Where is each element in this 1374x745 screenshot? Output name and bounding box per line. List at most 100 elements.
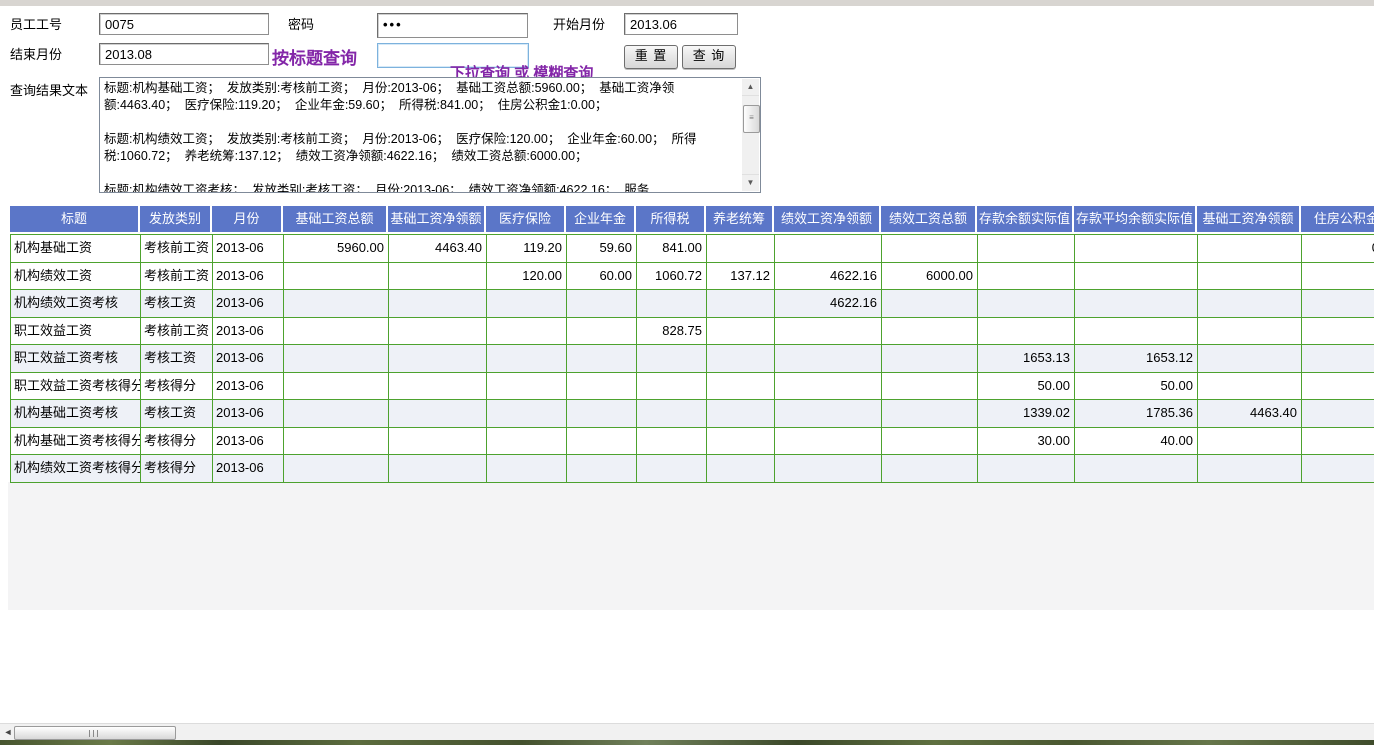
cell-r8-c8: [707, 455, 775, 483]
table-row[interactable]: 职工效益工资考核考核工资2013-061653.131653.12: [11, 345, 1374, 373]
cell-r2-c11: [978, 290, 1075, 318]
column-header-10: 绩效工资总额: [881, 206, 977, 232]
cell-r0-c0: 机构基础工资: [11, 235, 141, 263]
cell-r4-c3: [284, 345, 389, 373]
cell-r6-c14: [1302, 400, 1374, 428]
cell-r1-c6: 60.00: [567, 263, 637, 291]
cell-r1-c9: 4622.16: [775, 263, 882, 291]
password-label: 密码: [288, 14, 314, 33]
desktop-background-strip: [0, 740, 1374, 745]
cell-r3-c11: [978, 318, 1075, 346]
table-row[interactable]: 机构基础工资考核考核工资2013-061339.021785.364463.40: [11, 400, 1374, 428]
cell-r5-c4: [389, 373, 487, 401]
cell-r6-c8: [707, 400, 775, 428]
table-row[interactable]: 机构绩效工资考核得分考核得分2013-06: [11, 455, 1374, 483]
start-month-input[interactable]: 2013.06: [624, 13, 738, 35]
cell-r3-c0: 职工效益工资: [11, 318, 141, 346]
cell-r1-c8: 137.12: [707, 263, 775, 291]
cell-r6-c12: 1785.36: [1075, 400, 1198, 428]
cell-r7-c7: [637, 428, 707, 456]
horizontal-scrollbar[interactable]: ◄: [0, 723, 1374, 741]
table-row[interactable]: 机构基础工资考核得分考核得分2013-0630.0040.00: [11, 428, 1374, 456]
cell-r1-c11: [978, 263, 1075, 291]
cell-r2-c13: [1198, 290, 1302, 318]
employee-id-input[interactable]: 0075: [99, 13, 269, 35]
cell-r5-c11: 50.00: [978, 373, 1075, 401]
cell-r5-c3: [284, 373, 389, 401]
cell-r8-c9: [775, 455, 882, 483]
result-scrollbar-thumb[interactable]: ≡: [743, 105, 760, 133]
cell-r7-c5: [487, 428, 567, 456]
cell-r2-c12: [1075, 290, 1198, 318]
employee-id-label: 员工工号: [10, 14, 62, 33]
column-header-1: 发放类别: [140, 206, 212, 232]
cell-r6-c4: [389, 400, 487, 428]
table-row[interactable]: 机构绩效工资考核前工资2013-06120.0060.001060.72137.…: [11, 263, 1374, 291]
cell-r8-c11: [978, 455, 1075, 483]
cell-r0-c10: [882, 235, 978, 263]
column-header-2: 月份: [212, 206, 283, 232]
table-row[interactable]: 职工效益工资考核前工资2013-06828.75: [11, 318, 1374, 346]
cell-r1-c4: [389, 263, 487, 291]
cell-r7-c2: 2013-06: [213, 428, 284, 456]
end-month-input[interactable]: 2013.08: [99, 43, 269, 65]
cell-r5-c14: [1302, 373, 1374, 401]
cell-r5-c0: 职工效益工资考核得分: [11, 373, 141, 401]
cell-r1-c12: [1075, 263, 1198, 291]
cell-r4-c1: 考核工资: [141, 345, 213, 373]
cell-r8-c2: 2013-06: [213, 455, 284, 483]
table-row[interactable]: 职工效益工资考核得分考核得分2013-0650.0050.00: [11, 373, 1374, 401]
thumb-grip-icon: [89, 730, 101, 737]
cell-r3-c6: [567, 318, 637, 346]
cell-r2-c0: 机构绩效工资考核: [11, 290, 141, 318]
column-header-9: 绩效工资净领额: [774, 206, 881, 232]
cell-r2-c5: [487, 290, 567, 318]
cell-r4-c7: [637, 345, 707, 373]
result-vertical-scrollbar[interactable]: ▲ ≡ ▼: [742, 79, 759, 191]
cell-r6-c9: [775, 400, 882, 428]
scroll-down-icon[interactable]: ▼: [742, 174, 759, 191]
result-textarea[interactable]: 标题:机构基础工资； 发放类别:考核前工资； 月份:2013-06； 基础工资总…: [99, 77, 761, 193]
cell-r8-c14: [1302, 455, 1374, 483]
cell-r7-c6: [567, 428, 637, 456]
cell-r6-c6: [567, 400, 637, 428]
cell-r6-c13: 4463.40: [1198, 400, 1302, 428]
cell-r7-c4: [389, 428, 487, 456]
cell-r6-c5: [487, 400, 567, 428]
cell-r8-c1: 考核得分: [141, 455, 213, 483]
cell-r3-c4: [389, 318, 487, 346]
cell-r1-c2: 2013-06: [213, 263, 284, 291]
cell-r0-c2: 2013-06: [213, 235, 284, 263]
cell-r3-c1: 考核前工资: [141, 318, 213, 346]
table-row[interactable]: 机构基础工资考核前工资2013-065960.004463.40119.2059…: [11, 235, 1374, 263]
cell-r6-c1: 考核工资: [141, 400, 213, 428]
cell-r8-c3: [284, 455, 389, 483]
cell-r5-c9: [775, 373, 882, 401]
reset-button[interactable]: 重 置: [624, 45, 678, 69]
end-month-label: 结束月份: [10, 44, 62, 63]
cell-r3-c10: [882, 318, 978, 346]
cell-r2-c10: [882, 290, 978, 318]
query-button[interactable]: 查 询: [682, 45, 736, 69]
cell-r7-c12: 40.00: [1075, 428, 1198, 456]
cell-r1-c5: 120.00: [487, 263, 567, 291]
cell-r7-c3: [284, 428, 389, 456]
cell-r4-c0: 职工效益工资考核: [11, 345, 141, 373]
cell-r6-c7: [637, 400, 707, 428]
table-row[interactable]: 机构绩效工资考核考核工资2013-064622.16: [11, 290, 1374, 318]
cell-r0-c1: 考核前工资: [141, 235, 213, 263]
scroll-up-icon[interactable]: ▲: [742, 79, 759, 96]
cell-r0-c13: [1198, 235, 1302, 263]
cell-r7-c14: [1302, 428, 1374, 456]
horizontal-scrollbar-thumb[interactable]: [14, 726, 176, 740]
cell-r3-c13: [1198, 318, 1302, 346]
password-input[interactable]: •••: [377, 13, 528, 38]
cell-r3-c2: 2013-06: [213, 318, 284, 346]
cell-r3-c3: [284, 318, 389, 346]
scroll-left-icon[interactable]: ◄: [2, 724, 14, 741]
cell-r0-c4: 4463.40: [389, 235, 487, 263]
cell-r3-c9: [775, 318, 882, 346]
cell-r8-c4: [389, 455, 487, 483]
grid-header: 标题发放类别月份基础工资总额基础工资净领额医疗保险企业年金所得税养老统筹绩效工资…: [10, 206, 1374, 232]
cell-r6-c10: [882, 400, 978, 428]
